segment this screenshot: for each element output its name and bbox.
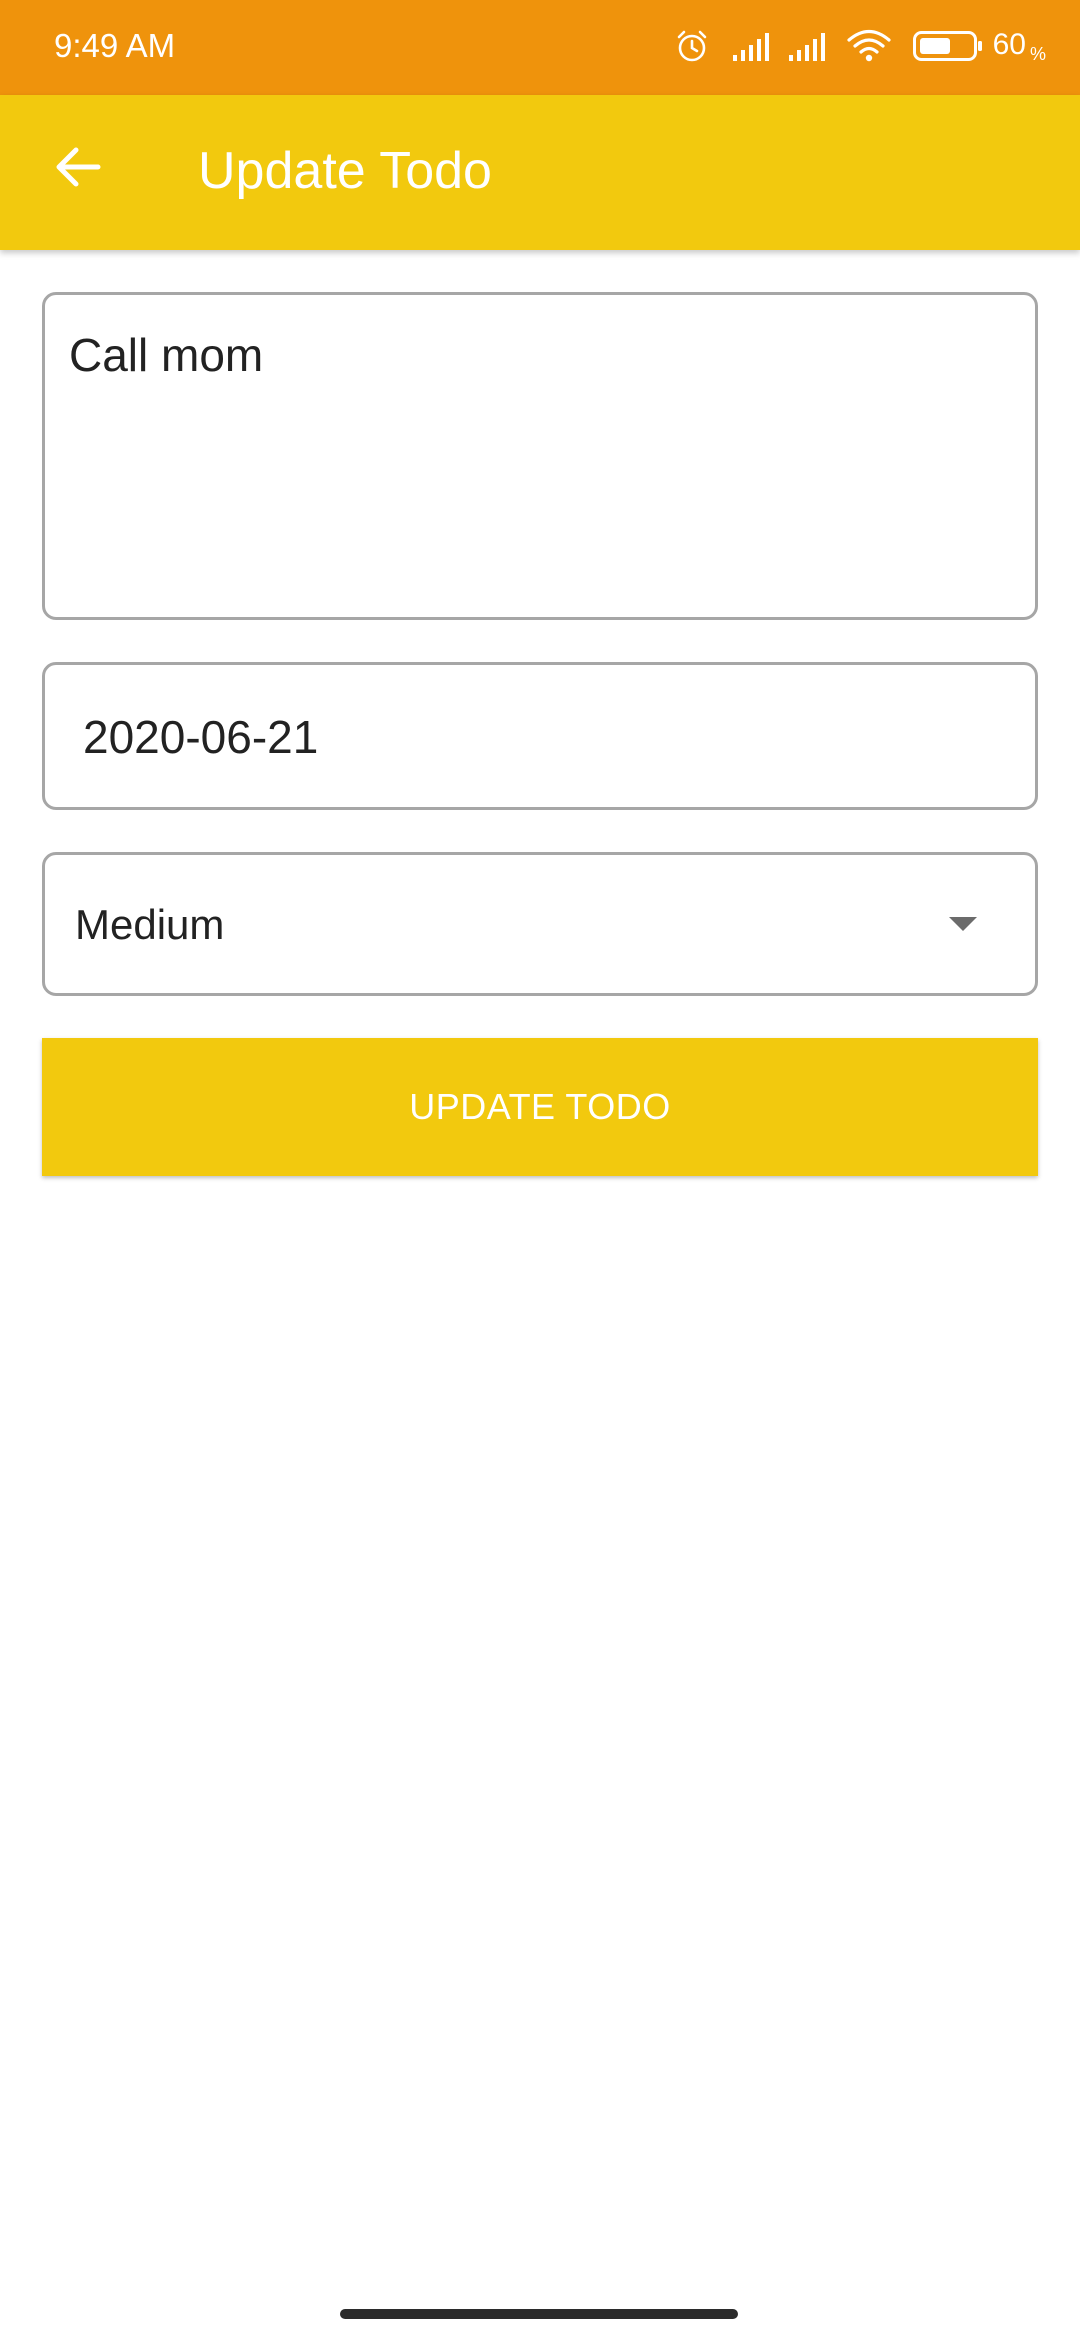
- back-button[interactable]: [40, 131, 116, 207]
- app-bar: Update Todo: [0, 95, 1080, 250]
- home-indicator: [340, 2309, 738, 2319]
- signal-icon: [788, 31, 829, 61]
- status-time: 9:49 AM: [54, 27, 176, 64]
- due-date-field[interactable]: 2020-06-21: [42, 662, 1038, 810]
- dropdown-arrow-icon: [949, 917, 977, 931]
- page-title: Update Todo: [198, 142, 492, 200]
- status-bar: 9:49 AM 60 %: [0, 0, 1080, 95]
- battery-icon: [912, 31, 983, 61]
- alarm-icon: [675, 29, 709, 63]
- arrow-left-icon: [54, 145, 102, 194]
- todo-title-textarea[interactable]: Call mom: [42, 292, 1038, 620]
- wifi-icon: [847, 29, 891, 63]
- signal-icon: [732, 31, 773, 61]
- battery-unit: %: [1029, 43, 1046, 64]
- priority-dropdown[interactable]: Medium: [42, 852, 1038, 996]
- battery-percent: 60%: [992, 27, 1046, 64]
- todo-title-value: Call mom: [69, 329, 264, 381]
- due-date-value: 2020-06-21: [83, 711, 319, 763]
- status-icons: 60%: [675, 22, 1046, 70]
- update-todo-button[interactable]: UPDATE TODO: [42, 1038, 1038, 1176]
- update-todo-screen: 9:49 AM 60 % Update Todo Call mom 2020-0…: [0, 0, 1080, 2340]
- priority-selected-value: Medium: [75, 901, 225, 948]
